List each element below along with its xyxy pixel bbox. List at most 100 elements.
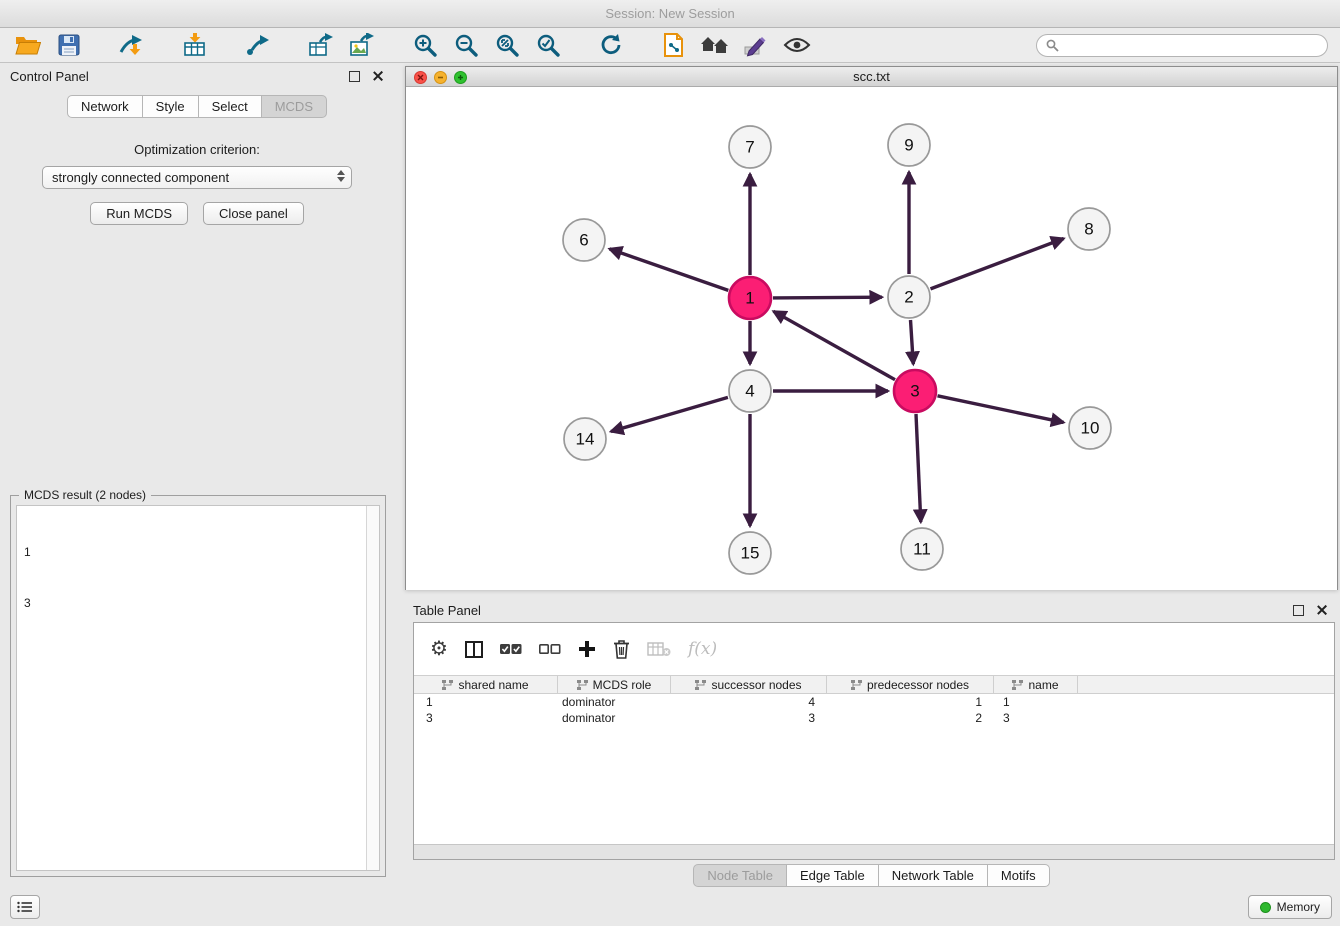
svg-text:8: 8 — [1084, 220, 1093, 239]
svg-text:6: 6 — [579, 231, 588, 250]
first-neighbors-icon[interactable] — [699, 30, 731, 60]
control-panel-tabs: Network Style Select MCDS — [0, 95, 394, 118]
open-folder-icon[interactable] — [12, 30, 44, 60]
tab-mcds[interactable]: MCDS — [261, 95, 327, 118]
close-table-panel-icon[interactable] — [1316, 604, 1328, 616]
table-tabs: Node Table Edge Table Network Table Moti… — [405, 864, 1338, 887]
zoom-in-icon[interactable] — [409, 30, 441, 60]
run-mcds-button[interactable]: Run MCDS — [90, 202, 188, 225]
column-header[interactable]: successor nodes — [671, 676, 827, 693]
network-window-titlebar[interactable]: scc.txt — [406, 67, 1337, 87]
column-type-icon — [695, 680, 706, 690]
column-type-icon — [1012, 680, 1023, 690]
column-type-icon — [442, 680, 453, 690]
cell-mcds-role[interactable]: dominator — [558, 694, 671, 710]
column-type-icon — [851, 680, 862, 690]
cell-mcds-role[interactable]: dominator — [558, 710, 671, 726]
tab-style[interactable]: Style — [142, 95, 199, 118]
add-column-icon[interactable] — [578, 640, 596, 658]
table-panel-title: Table Panel — [413, 603, 481, 618]
delete-column-icon[interactable] — [613, 639, 630, 659]
save-icon[interactable] — [53, 30, 85, 60]
network-canvas[interactable]: 7968124314101511 — [406, 88, 1337, 590]
table-horizontal-scrollbar[interactable] — [414, 844, 1334, 859]
tab-network[interactable]: Network — [67, 95, 143, 118]
column-header[interactable]: predecessor nodes — [827, 676, 994, 693]
export-table-icon[interactable] — [305, 30, 337, 60]
search-field[interactable] — [1036, 34, 1328, 57]
memory-status-icon — [1260, 902, 1271, 913]
cell-predecessor-nodes[interactable]: 2 — [827, 710, 994, 726]
network-window-title: scc.txt — [853, 69, 890, 84]
table-settings-gear-icon[interactable]: ⚙ — [430, 639, 448, 659]
function-builder-icon: f(x) — [688, 639, 717, 659]
refresh-icon[interactable] — [595, 30, 627, 60]
tab-network-table[interactable]: Network Table — [878, 864, 988, 887]
mcds-result-area[interactable]: 1 3 — [16, 505, 380, 871]
tab-edge-table[interactable]: Edge Table — [786, 864, 879, 887]
table-panel: Table Panel ⚙ f(x) — [405, 597, 1338, 890]
annotation-pen-icon[interactable] — [740, 30, 772, 60]
search-icon — [1046, 39, 1059, 52]
cell-successor-nodes[interactable]: 4 — [671, 694, 827, 710]
zoom-out-icon[interactable] — [450, 30, 482, 60]
column-header[interactable]: name — [994, 676, 1078, 693]
optimization-criterion-label: Optimization criterion: — [0, 142, 394, 157]
close-panel-icon[interactable] — [372, 70, 384, 82]
criterion-dropdown[interactable]: strongly connected component — [42, 166, 352, 189]
memory-button[interactable]: Memory — [1248, 895, 1332, 919]
float-panel-icon[interactable] — [349, 71, 360, 82]
deselect-all-icon[interactable] — [539, 642, 561, 656]
zoom-window-icon[interactable] — [454, 71, 467, 84]
select-all-icon[interactable] — [500, 642, 522, 656]
import-network-icon[interactable] — [116, 30, 148, 60]
table-toolbar: ⚙ f(x) — [414, 623, 1334, 675]
svg-text:7: 7 — [745, 138, 754, 157]
window-titlebar: Session: New Session — [0, 0, 1340, 28]
svg-text:10: 10 — [1081, 419, 1100, 438]
tab-select[interactable]: Select — [198, 95, 262, 118]
zoom-selected-icon[interactable] — [532, 30, 564, 60]
table-panel-header: Table Panel — [405, 597, 1338, 623]
close-panel-button[interactable]: Close panel — [203, 202, 304, 225]
snapshot-icon[interactable] — [658, 30, 690, 60]
svg-text:9: 9 — [904, 136, 913, 155]
float-table-panel-icon[interactable] — [1293, 605, 1304, 616]
cell-name[interactable]: 3 — [994, 710, 1078, 726]
minimize-window-icon[interactable] — [434, 71, 447, 84]
memory-label: Memory — [1277, 900, 1320, 914]
task-history-button[interactable] — [10, 895, 40, 919]
export-image-icon[interactable] — [346, 30, 378, 60]
cell-successor-nodes[interactable]: 3 — [671, 710, 827, 726]
search-input[interactable] — [1065, 38, 1318, 52]
control-panel-header: Control Panel — [0, 63, 394, 89]
zoom-fit-icon[interactable] — [491, 30, 523, 60]
cell-shared-name[interactable]: 3 — [414, 710, 558, 726]
tab-node-table[interactable]: Node Table — [693, 864, 787, 887]
eye-icon[interactable] — [781, 30, 813, 60]
criterion-value: strongly connected component — [52, 170, 229, 185]
window-controls — [414, 71, 467, 84]
network-window: scc.txt 7968124314101511 — [405, 66, 1338, 590]
column-header[interactable]: shared name — [414, 676, 558, 693]
cell-shared-name[interactable]: 1 — [414, 694, 558, 710]
network-graph[interactable]: 7968124314101511 — [406, 88, 1337, 590]
show-columns-icon[interactable] — [465, 641, 483, 658]
cell-name[interactable]: 1 — [994, 694, 1078, 710]
table-row[interactable]: 1 dominator 4 1 1 — [414, 694, 1334, 710]
mcds-result-line: 1 — [24, 544, 372, 561]
result-scrollbar[interactable] — [366, 506, 379, 870]
control-panel-title: Control Panel — [10, 69, 89, 84]
table-row[interactable]: 3 dominator 3 2 3 — [414, 710, 1334, 726]
svg-text:4: 4 — [745, 382, 754, 401]
cell-predecessor-nodes[interactable]: 1 — [827, 694, 994, 710]
column-header[interactable]: MCDS role — [558, 676, 671, 693]
close-window-icon[interactable] — [414, 71, 427, 84]
window-title: Session: New Session — [605, 6, 734, 21]
export-network-icon[interactable] — [242, 30, 274, 60]
svg-text:3: 3 — [910, 382, 919, 401]
dropdown-stepper-icon — [337, 170, 345, 182]
tab-motifs[interactable]: Motifs — [987, 864, 1050, 887]
import-table-icon[interactable] — [179, 30, 211, 60]
svg-text:2: 2 — [904, 288, 913, 307]
